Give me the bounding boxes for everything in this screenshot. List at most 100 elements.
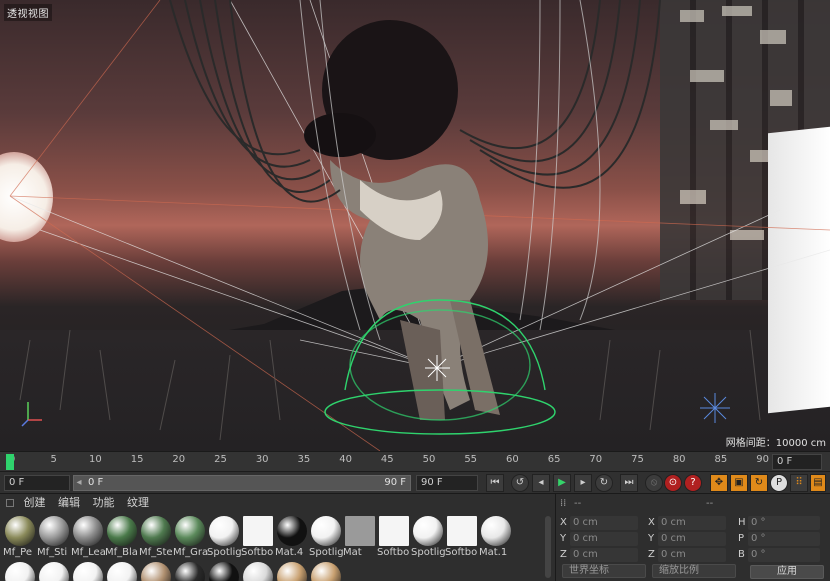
material-swatch[interactable]: Mat.4: [275, 514, 308, 558]
menu-texture[interactable]: 纹理: [127, 496, 149, 509]
scale-field[interactable]: X0 cm: [648, 516, 726, 530]
position-value[interactable]: 0 cm: [570, 516, 638, 530]
next-key-button[interactable]: ↻: [595, 474, 613, 492]
record-keys-button[interactable]: ⊙: [664, 474, 682, 492]
step-forward-button[interactable]: ▸: [574, 474, 592, 492]
material-swatch[interactable]: [71, 560, 104, 581]
timeline-tick: 60: [506, 454, 519, 465]
material-preview-icon: [174, 516, 205, 546]
material-swatch[interactable]: Softbo: [445, 514, 478, 558]
material-swatch[interactable]: Mf_Ste: [139, 514, 173, 558]
material-label: Mf_Lea: [71, 547, 106, 558]
previous-key-button[interactable]: ↺: [511, 474, 529, 492]
position-value[interactable]: 0 cm: [570, 532, 638, 546]
material-swatch[interactable]: Softbo: [377, 514, 410, 558]
material-swatch[interactable]: [105, 560, 138, 581]
material-preview-icon: [412, 516, 443, 546]
material-swatch[interactable]: [275, 560, 308, 581]
scale-field[interactable]: Z0 cm: [648, 548, 726, 562]
material-label: Spotlig: [207, 547, 242, 558]
material-swatch[interactable]: Mf_Gra: [173, 514, 208, 558]
menu-function[interactable]: 功能: [93, 496, 115, 509]
auto-key-button[interactable]: ?: [684, 474, 702, 492]
scale-mode-dropdown[interactable]: 缩放比例: [652, 564, 736, 578]
rotate-key-icon[interactable]: ↻: [750, 474, 768, 492]
go-to-start-button[interactable]: ⏮: [486, 474, 504, 492]
material-swatch[interactable]: Mf_Sti: [37, 514, 70, 558]
material-swatch[interactable]: Mat: [343, 514, 376, 558]
panel-grip-icon[interactable]: [6, 499, 14, 507]
position-field[interactable]: X0 cm: [560, 516, 638, 530]
apply-button[interactable]: 应用: [750, 565, 824, 579]
position-field[interactable]: Y0 cm: [560, 532, 638, 546]
timeline-ruler[interactable]: 051015202530354045505560657075808590 0 F: [0, 451, 830, 471]
material-swatch[interactable]: [241, 560, 274, 581]
position-value[interactable]: 0 cm: [570, 548, 638, 562]
step-back-button[interactable]: ◂: [532, 474, 550, 492]
viewport-title[interactable]: 透视视图: [4, 4, 52, 21]
timeline-tick: 35: [297, 454, 311, 465]
timeline-tick: 25: [214, 454, 227, 465]
material-swatch[interactable]: [3, 560, 36, 581]
end-frame-field[interactable]: 90 F: [416, 475, 478, 491]
rotation-value[interactable]: 0 °: [748, 548, 820, 562]
timeline-tick: 75: [631, 454, 644, 465]
material-swatch[interactable]: Mf_Lea: [71, 514, 106, 558]
start-frame-field[interactable]: 0 F: [4, 475, 70, 491]
material-swatch[interactable]: [207, 560, 240, 581]
scale-field[interactable]: Y0 cm: [648, 532, 726, 546]
rotation-field[interactable]: H0 °: [738, 516, 820, 530]
range-left-arrow-icon[interactable]: ◂: [74, 476, 84, 490]
scale-value[interactable]: 0 cm: [658, 532, 726, 546]
scale-value[interactable]: 0 cm: [658, 548, 726, 562]
axis-label: Y: [560, 533, 567, 544]
rotation-field[interactable]: P0 °: [738, 532, 820, 546]
material-label: Spotlig: [411, 547, 446, 558]
material-swatch[interactable]: Mat.1: [479, 514, 512, 558]
dinosaur-model: [304, 20, 500, 420]
panel-grip-icon[interactable]: ⁞⁞: [560, 498, 566, 509]
scale-key-icon[interactable]: ▣: [730, 474, 748, 492]
current-frame-field[interactable]: 0 F: [772, 454, 822, 470]
rotation-value[interactable]: 0 °: [748, 516, 820, 530]
rotation-field[interactable]: B0 °: [738, 548, 820, 562]
material-swatch[interactable]: Mf_Bla: [105, 514, 138, 558]
material-preview-icon: [4, 516, 35, 546]
timeline-tick: 85: [714, 454, 728, 465]
material-scrollbar[interactable]: [545, 516, 551, 578]
preview-range-slider[interactable]: ◂ 0 F 90 F: [73, 475, 411, 491]
material-swatch[interactable]: Mf_Pe: [3, 514, 36, 558]
grid-spacing-label: 网格间距：10000 cm: [725, 438, 826, 449]
material-swatch[interactable]: Spotlig: [411, 514, 446, 558]
coordinate-system-dropdown[interactable]: 世界坐标: [562, 564, 646, 578]
material-preview-icon: [378, 516, 409, 546]
timeline-ticks[interactable]: 051015202530354045505560657075808590: [8, 452, 769, 472]
perspective-viewport[interactable]: 透视视图 网格间距：10000 cm: [0, 0, 830, 451]
move-key-icon[interactable]: ✥: [710, 474, 728, 492]
pla-key-icon[interactable]: ⠿: [790, 474, 808, 492]
material-swatch[interactable]: Spotlig: [309, 514, 344, 558]
material-swatch[interactable]: [309, 560, 342, 581]
timeline-window-icon[interactable]: ▤: [810, 474, 826, 492]
material-label: Softbo: [377, 547, 410, 558]
menu-create[interactable]: 创建: [24, 496, 46, 509]
material-swatch[interactable]: Spotlig: [207, 514, 242, 558]
scale-value[interactable]: 0 cm: [658, 516, 726, 530]
play-button[interactable]: ▶: [553, 474, 571, 492]
material-preview-icon: [208, 562, 239, 581]
timeline-tick: 50: [422, 454, 436, 465]
go-to-end-button[interactable]: ⏭: [620, 474, 638, 492]
param-key-icon[interactable]: P: [770, 474, 788, 492]
rotation-value[interactable]: 0 °: [748, 532, 820, 546]
material-swatch[interactable]: Softbo: [241, 514, 274, 558]
position-field[interactable]: Z0 cm: [560, 548, 638, 562]
material-preview-icon: [276, 562, 307, 581]
material-swatch[interactable]: [139, 560, 172, 581]
menu-edit[interactable]: 编辑: [58, 496, 80, 509]
timeline-playhead[interactable]: [6, 454, 14, 470]
material-swatch[interactable]: [173, 560, 206, 581]
material-preview-icon: [106, 516, 137, 546]
record-off-icon[interactable]: ⦸: [645, 474, 663, 492]
material-swatch[interactable]: [37, 560, 70, 581]
material-preview-icon: [208, 516, 239, 546]
